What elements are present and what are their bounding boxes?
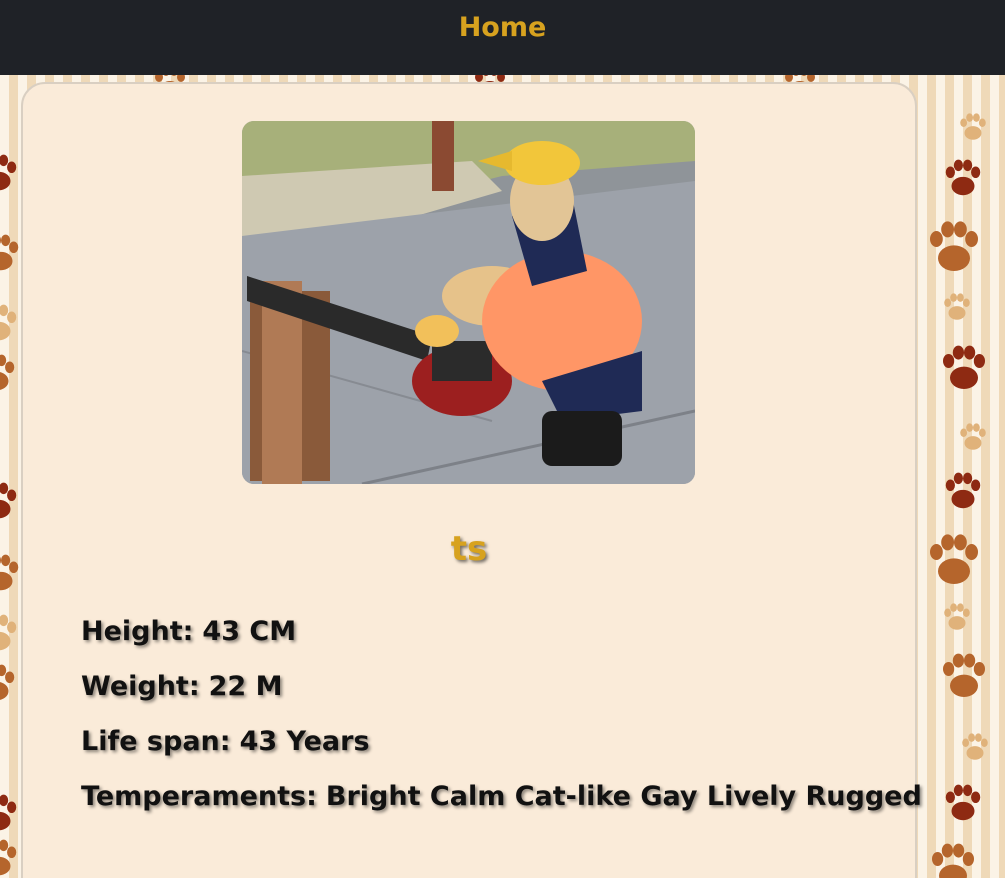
paw-print-icon [936,648,992,704]
home-link[interactable]: Home [459,12,547,43]
paw-print-icon [0,300,22,346]
breed-detail-card: ts Height: 43 CM Weight: 22 M Life span: 43… [21,82,922,878]
stat-label: Height: [81,616,194,647]
paw-print-icon [956,110,990,144]
dog-with-chainsaw-photo [242,121,695,484]
breed-photo [242,121,695,484]
top-navbar: Home [0,0,1005,75]
stat-label: Life span: [81,726,231,757]
stat-weight: Weight: 22 M [81,667,922,722]
paw-print-icon [0,610,22,656]
stat-label: Temperaments: [81,781,317,812]
paw-print-icon [940,600,974,634]
stat-life-span: Life span: 43 Years [81,722,922,777]
paw-print-icon [940,155,986,201]
stat-value: Bright Calm Cat-like Gay Lively Rugged [325,781,922,812]
breed-stats: Height: 43 CM Weight: 22 M Life span: 43 Ye… [81,612,922,832]
paw-print-icon [925,838,981,878]
stat-value: 22 M [208,671,283,702]
paw-print-icon [940,290,974,324]
stat-label: Weight: [81,671,200,702]
stat-height: Height: 43 CM [81,612,922,667]
paw-print-icon [940,468,986,514]
paw-print-icon [0,660,20,706]
paw-print-icon [0,835,22,878]
stat-temperaments: Temperaments: Bright Calm Cat-like Gay Li… [81,777,922,832]
paw-print-icon [0,790,22,836]
breed-name: ts [450,529,488,569]
paw-print-icon [940,780,986,826]
paw-print-icon [922,215,986,279]
paw-print-icon [936,340,992,396]
paw-print-icon [0,150,22,196]
paw-print-icon [956,420,990,454]
paw-print-icon [0,350,20,396]
stat-value: 43 CM [202,616,297,647]
paw-print-icon [922,528,986,592]
stat-value: 43 Years [239,726,370,757]
paw-print-icon [0,478,22,524]
paw-print-icon [958,730,992,764]
